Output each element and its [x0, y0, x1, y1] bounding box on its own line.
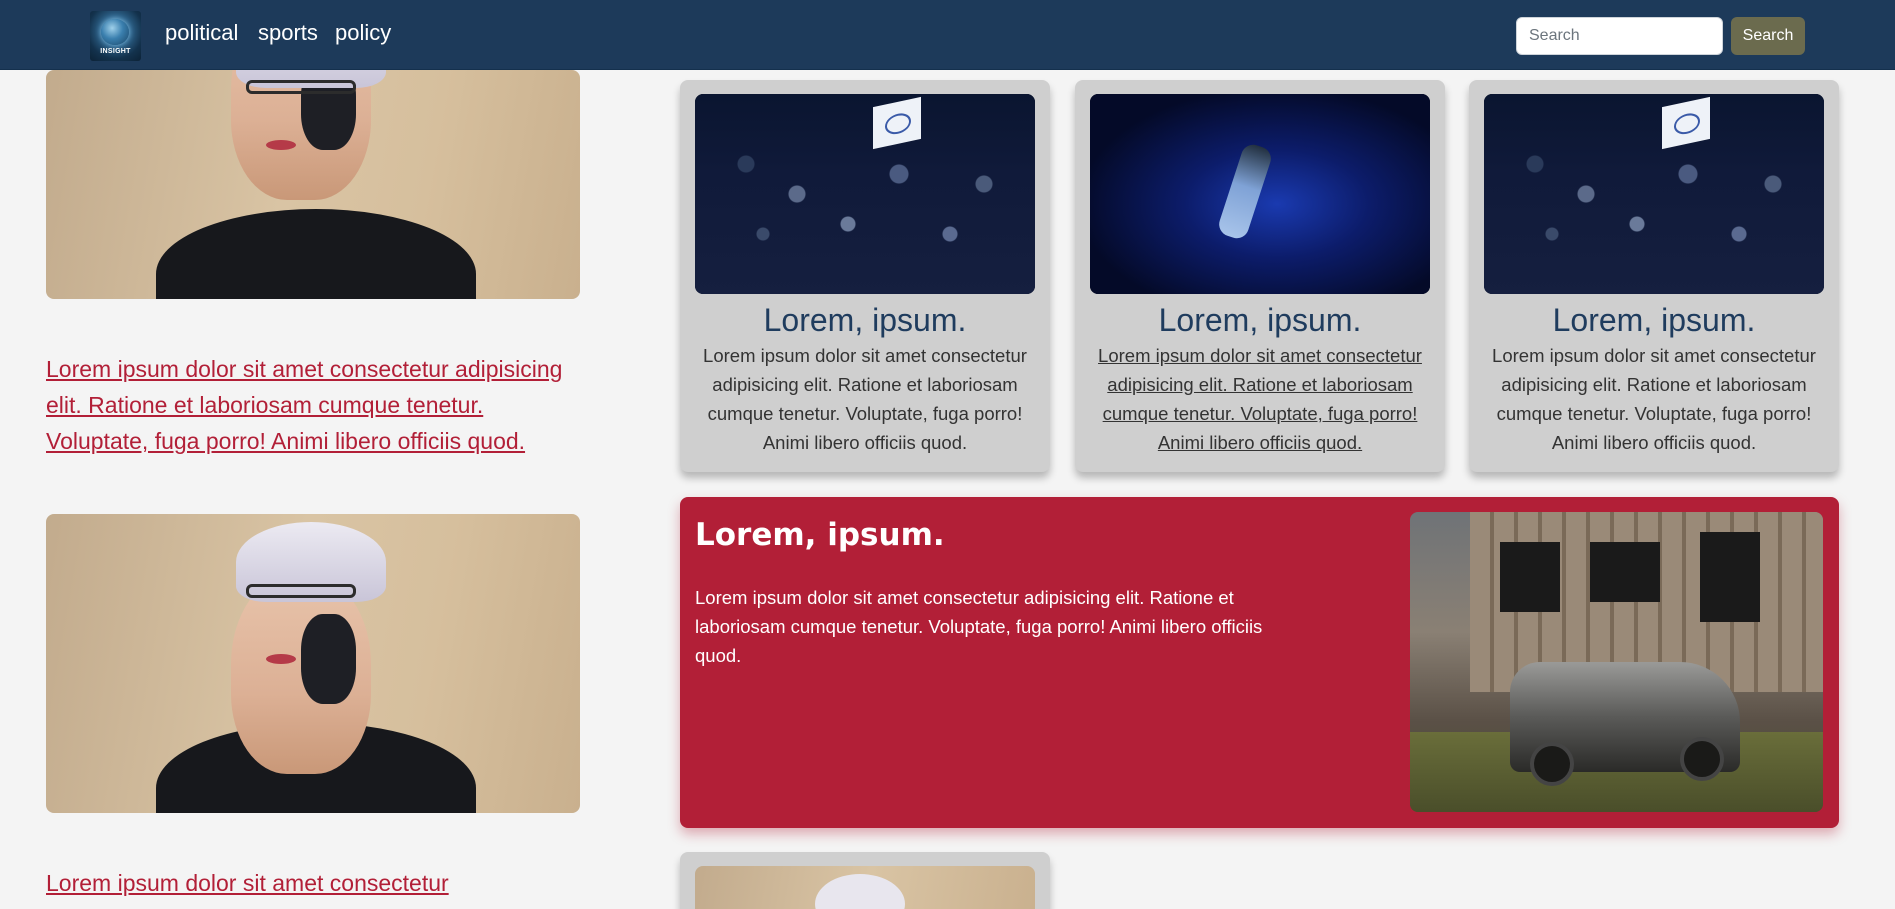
card-text: Lorem ipsum dolor sit amet consectetur a…	[1492, 345, 1816, 453]
photo-wheel	[1530, 742, 1574, 786]
news-card[interactable]: Lorem, ipsum. Lorem ipsum dolor sit amet…	[1075, 80, 1445, 472]
nav-link-sports[interactable]: sports	[258, 20, 318, 46]
article-headline-link[interactable]: Lorem ipsum dolor sit amet consectetur a…	[46, 351, 586, 459]
article-image-athlete[interactable]	[46, 70, 580, 299]
article-image-athlete[interactable]	[46, 514, 580, 813]
feature-title: Lorem, ipsum.	[695, 517, 945, 553]
photo-window	[1700, 532, 1760, 622]
featured-article[interactable]: Lorem, ipsum. Lorem ipsum dolor sit amet…	[680, 497, 1839, 828]
site-logo[interactable]: INSIGHT	[90, 11, 141, 61]
photo-window	[1500, 542, 1560, 612]
photo-crowd	[1484, 94, 1824, 294]
photo-wheel	[1680, 737, 1724, 781]
card-image-crowd	[1484, 94, 1824, 294]
photo-window	[1590, 542, 1660, 602]
navbar: INSIGHT political sports policy Search	[0, 0, 1895, 70]
article-headline-link[interactable]: Lorem ipsum dolor sit amet consectetur	[46, 865, 586, 901]
photo-jacket	[156, 209, 476, 299]
logo-text: INSIGHT	[100, 48, 131, 55]
photo-lips	[266, 140, 296, 150]
card-image-athlete	[695, 866, 1035, 909]
card-text: Lorem ipsum dolor sit amet consectetur a…	[703, 345, 1027, 453]
card-title: Lorem, ipsum.	[1552, 302, 1756, 338]
photo-cap	[815, 874, 905, 909]
card-title: Lorem, ipsum.	[763, 302, 967, 338]
card-text-link[interactable]: Lorem ipsum dolor sit amet consectetur a…	[1087, 341, 1433, 457]
photo-hair	[301, 614, 356, 704]
search-button[interactable]: Search	[1731, 17, 1805, 55]
photo-crowd	[695, 94, 1035, 294]
photo-lips	[266, 654, 296, 664]
news-card[interactable]: Lorem, ipsum. Lorem ipsum dolor sit amet…	[680, 80, 1050, 472]
search-input[interactable]	[1516, 17, 1723, 55]
card-image-performer	[1090, 94, 1430, 294]
photo-stage	[1090, 94, 1430, 294]
feature-text: Lorem ipsum dolor sit amet consectetur a…	[695, 587, 1263, 666]
photo-glasses	[246, 584, 356, 598]
card-title: Lorem, ipsum.	[1158, 302, 1362, 338]
nav-link-political[interactable]: political	[165, 20, 238, 46]
card-image-crowd	[695, 94, 1035, 294]
nav-link-policy[interactable]: policy	[335, 20, 391, 46]
news-card[interactable]	[680, 852, 1050, 909]
photo-glasses	[246, 80, 356, 94]
globe-icon	[101, 19, 129, 45]
news-card[interactable]: Lorem, ipsum. Lorem ipsum dolor sit amet…	[1469, 80, 1839, 472]
feature-image-destroyed-car	[1410, 512, 1823, 812]
